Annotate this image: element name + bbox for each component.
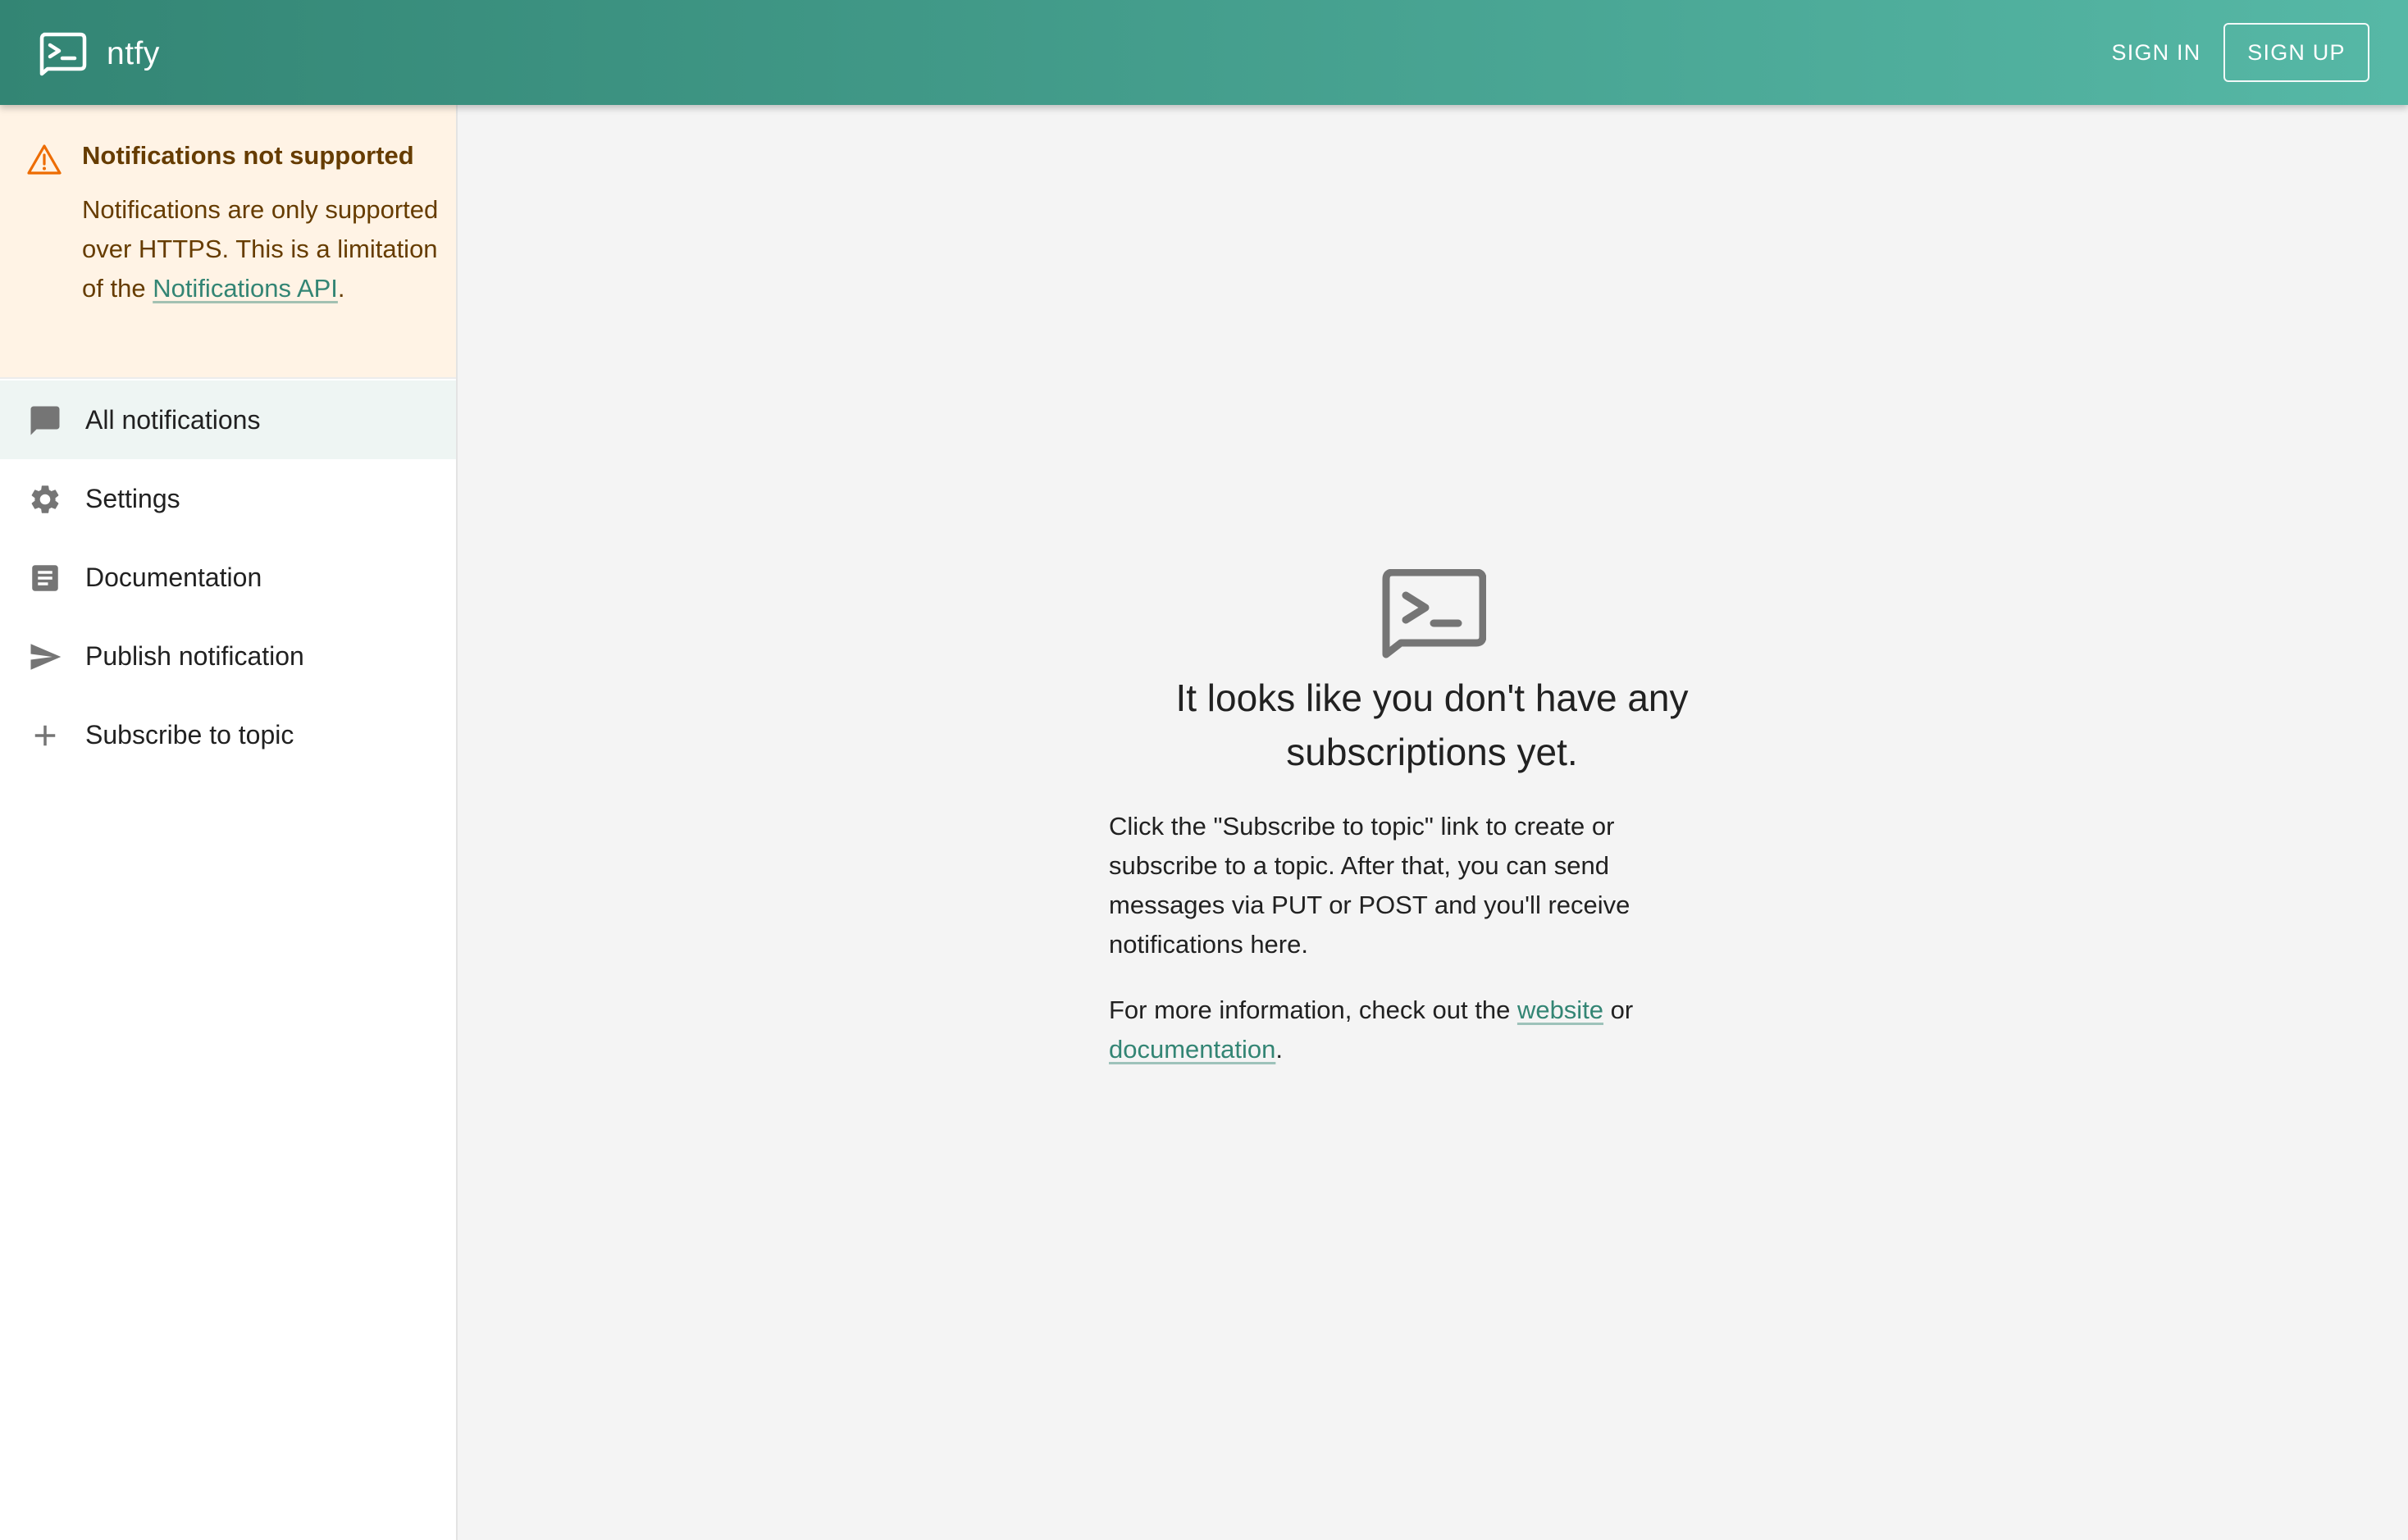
warning-icon <box>26 143 62 175</box>
empty-state-title: It looks like you don't have any subscri… <box>1104 671 1760 779</box>
notifications-api-link[interactable]: Notifications API <box>153 274 338 303</box>
more-info-suffix: . <box>1275 1035 1283 1064</box>
documentation-link[interactable]: documentation <box>1109 1035 1275 1064</box>
chat-bubble-icon <box>28 403 62 438</box>
sign-in-button[interactable]: SIGN IN <box>2095 31 2218 74</box>
more-info-middle: or <box>1603 996 1634 1024</box>
brand[interactable]: ntfy <box>38 30 160 79</box>
sidebar-item-label: Publish notification <box>85 640 304 671</box>
sidebar-item-settings[interactable]: Settings <box>0 459 456 538</box>
sidebar-item-label: Settings <box>85 483 180 513</box>
sidebar-item-label: Subscribe to topic <box>85 719 294 749</box>
gear-icon <box>28 482 62 517</box>
plus-icon <box>28 718 62 753</box>
app-bar: ntfy SIGN IN SIGN UP <box>0 0 2408 105</box>
subscribe-instructions: Click the "Subscribe to topic" link to c… <box>1109 812 1630 959</box>
website-link[interactable]: website <box>1517 996 1603 1024</box>
document-icon <box>28 561 62 595</box>
ntfy-logo-icon <box>1381 569 1486 659</box>
alert-title: Notifications not supported <box>82 141 414 170</box>
notifications-not-supported-alert: Notifications not supported Notification… <box>0 105 456 379</box>
send-icon <box>28 640 62 674</box>
sidebar-item-documentation[interactable]: Documentation <box>0 538 456 617</box>
sidebar-item-subscribe-to-topic[interactable]: Subscribe to topic <box>0 695 456 774</box>
sidebar: Notifications not supported Notification… <box>0 105 458 1540</box>
sign-up-button[interactable]: SIGN UP <box>2223 23 2369 82</box>
empty-state-title-line2: subscriptions yet. <box>1286 731 1578 773</box>
app-name: ntfy <box>107 36 160 71</box>
sidebar-item-label: Documentation <box>85 562 262 592</box>
sidebar-item-label: All notifications <box>85 404 261 435</box>
empty-state-description: Click the "Subscribe to topic" link to c… <box>1109 807 1683 1069</box>
sidebar-item-all-notifications[interactable]: All notifications <box>0 380 456 459</box>
more-info-prefix: For more information, check out the <box>1109 996 1517 1024</box>
ntfy-logo-icon <box>38 32 87 76</box>
sidebar-item-publish-notification[interactable]: Publish notification <box>0 617 456 695</box>
alert-body: Notifications are only supported over HT… <box>82 190 443 308</box>
alert-body-end: . <box>337 274 345 303</box>
empty-state-title-line1: It looks like you don't have any <box>1175 677 1689 719</box>
more-information: For more information, check out the webs… <box>1109 991 1683 1069</box>
sidebar-nav: All notifications Settings Documentation… <box>0 380 456 774</box>
